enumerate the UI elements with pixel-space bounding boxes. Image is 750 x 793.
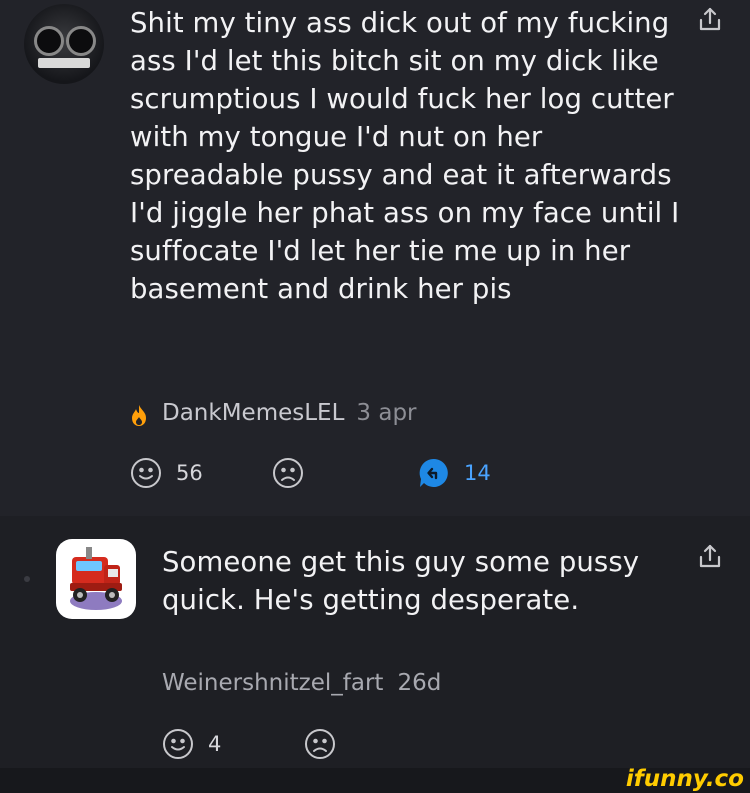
unsmile-reaction[interactable] bbox=[272, 457, 304, 489]
red-truck-avatar bbox=[70, 547, 122, 610]
panel-graphic bbox=[38, 58, 90, 68]
username[interactable]: DankMemesLEL bbox=[162, 400, 344, 426]
timestamp: 26d bbox=[397, 670, 442, 696]
reply-count: 14 bbox=[464, 461, 491, 485]
unsmile-reaction[interactable] bbox=[304, 728, 336, 760]
thread-dot bbox=[24, 576, 30, 582]
frown-icon[interactable] bbox=[272, 457, 304, 489]
smile-count: 56 bbox=[176, 461, 203, 485]
share-icon[interactable] bbox=[697, 6, 723, 34]
comment-text: Someone get this guy some pussy quick. H… bbox=[162, 546, 640, 616]
reply-icon[interactable] bbox=[418, 457, 450, 489]
smile-reaction[interactable]: 4 bbox=[162, 728, 221, 760]
smile-reaction[interactable]: 56 bbox=[130, 457, 203, 489]
flame-icon bbox=[132, 405, 146, 426]
avatar[interactable] bbox=[24, 4, 104, 84]
comment-text: Shit my tiny ass dick out of my fucking … bbox=[130, 7, 680, 305]
vent-graphic bbox=[66, 26, 96, 56]
watermark-logo: ifunny.co bbox=[625, 766, 744, 792]
smile-icon[interactable] bbox=[130, 457, 162, 489]
comment-meta: DankMemesLEL 3 apr bbox=[162, 400, 417, 426]
share-icon[interactable] bbox=[697, 543, 723, 571]
frown-icon[interactable] bbox=[304, 728, 336, 760]
timestamp: 3 apr bbox=[356, 400, 417, 426]
avatar[interactable] bbox=[56, 539, 136, 619]
username[interactable]: Weinershnitzel_fart bbox=[162, 670, 383, 696]
reply-button[interactable]: 14 bbox=[418, 457, 491, 489]
smile-icon[interactable] bbox=[162, 728, 194, 760]
comment-meta: Weinershnitzel_fart 26d bbox=[162, 670, 441, 696]
vent-graphic bbox=[34, 26, 64, 56]
smile-count: 4 bbox=[208, 732, 222, 756]
